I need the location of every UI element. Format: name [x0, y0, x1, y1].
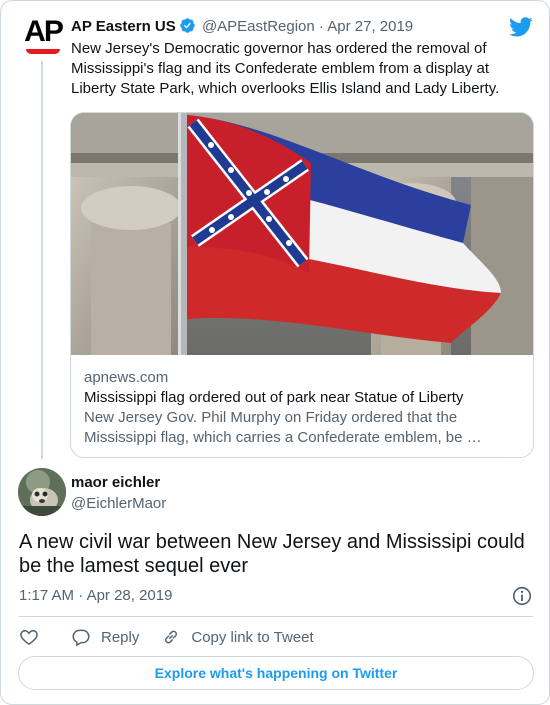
- explore-twitter-button[interactable]: Explore what's happening on Twitter: [18, 656, 534, 690]
- user-avatar[interactable]: [18, 468, 66, 516]
- tweet-date[interactable]: Apr 28, 2019: [87, 587, 173, 604]
- main-tweet-text: A new civil war between New Jersey and M…: [19, 531, 525, 577]
- link-preview-card[interactable]: apnews.com Mississippi flag ordered out …: [70, 112, 534, 458]
- link-description-line-1: New Jersey Gov. Phil Murphy on Friday or…: [84, 409, 458, 426]
- parent-handle[interactable]: @APEastRegion: [202, 18, 315, 35]
- link-preview-text: apnews.com Mississippi flag ordered out …: [84, 368, 520, 448]
- tweet-timestamp[interactable]: 1:17 AM · Apr 28, 2019: [19, 586, 172, 606]
- link-chain-icon: [165, 630, 178, 644]
- tweet-actions: Reply Copy link to Tweet: [19, 625, 314, 649]
- reply-bubble-icon: [72, 629, 90, 647]
- main-handle[interactable]: @EichlerMaor: [71, 494, 166, 514]
- header-separator: ·: [318, 18, 324, 35]
- reply-button[interactable]: Reply: [71, 627, 139, 647]
- parent-author-name[interactable]: AP Eastern US: [71, 18, 176, 35]
- mississippi-flag-photo-icon: [71, 113, 533, 355]
- avatar-photo-icon: [18, 468, 66, 516]
- parent-tweet-header: AP Eastern US @APEastRegion · Apr 27, 20…: [71, 17, 413, 37]
- ap-logo-text: AP: [24, 15, 64, 48]
- like-button[interactable]: [19, 627, 39, 647]
- thread-connector-line: [41, 61, 43, 459]
- tweet-time[interactable]: 1:17 AM: [19, 587, 74, 604]
- parent-date[interactable]: Apr 27, 2019: [327, 18, 413, 35]
- info-icon[interactable]: [511, 585, 533, 607]
- ap-logo-red-bar: [26, 49, 60, 54]
- link-description-line-2: Mississippi flag, which carries a Confed…: [84, 429, 482, 446]
- heart-icon: [20, 629, 38, 645]
- copy-link-label: Copy link to Tweet: [191, 628, 314, 646]
- tweet-embed-card: AP AP Eastern US @APEastRegion · Apr 27,…: [0, 0, 550, 705]
- link-title: Mississippi flag ordered out of park nea…: [84, 389, 464, 406]
- parent-tweet-text: New Jersey's Democratic governor has ord…: [71, 40, 500, 97]
- verified-badge-icon: [180, 18, 195, 33]
- link-domain: apnews.com: [84, 369, 169, 386]
- reply-label: Reply: [101, 628, 140, 646]
- timestamp-separator: ·: [78, 587, 84, 604]
- divider: [19, 616, 533, 617]
- ap-logo-avatar[interactable]: AP: [21, 15, 65, 63]
- copy-link-button[interactable]: Copy link to Tweet: [161, 627, 314, 647]
- main-author-name[interactable]: maor eichler: [71, 473, 160, 493]
- twitter-bird-icon[interactable]: [509, 15, 533, 39]
